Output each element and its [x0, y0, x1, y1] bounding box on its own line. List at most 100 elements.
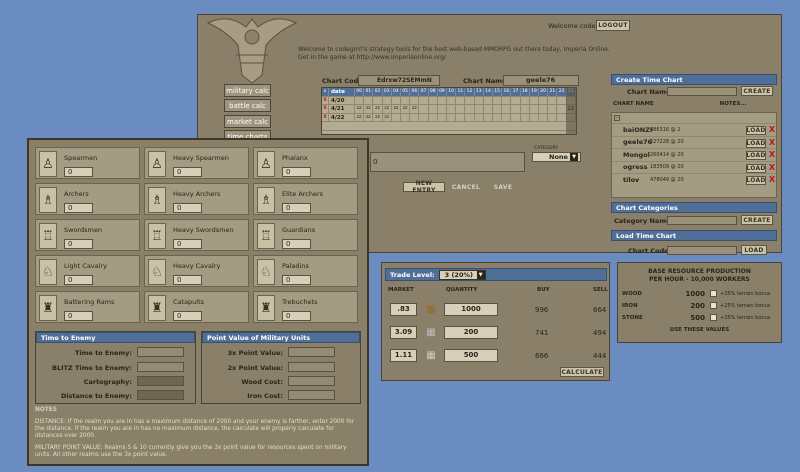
create-chart-button[interactable]: CREATE	[741, 86, 773, 96]
grid-cell[interactable]	[511, 96, 521, 104]
cartography-input[interactable]	[137, 376, 184, 386]
market-rate-input[interactable]: 1.11	[390, 349, 417, 362]
cancel-button[interactable]: CANCEL	[451, 182, 481, 192]
unit-count-input[interactable]: 0	[282, 239, 311, 249]
delete-chart-icon[interactable]: X	[769, 150, 775, 159]
terrain-bonus-checkbox[interactable]	[710, 302, 717, 309]
market-rate-input[interactable]: .83	[390, 303, 417, 316]
grid-cell[interactable]	[392, 96, 402, 104]
grid-cell[interactable]: zz	[355, 113, 365, 121]
grid-cell[interactable]: zz	[392, 105, 402, 113]
grid-cell[interactable]	[484, 105, 494, 113]
grid-cell[interactable]	[530, 96, 540, 104]
entry-notes-field[interactable]: 0	[370, 152, 525, 172]
terrain-bonus-checkbox[interactable]	[710, 290, 717, 297]
logout-button[interactable]: LOGOUT	[596, 20, 630, 31]
grid-cell[interactable]	[484, 96, 494, 104]
grid-cell[interactable]	[521, 113, 530, 121]
grid-cell[interactable]	[429, 113, 438, 121]
unit-count-input[interactable]: 0	[64, 275, 93, 285]
grid-cell[interactable]	[465, 113, 475, 121]
unit-count-input[interactable]: 0	[282, 167, 311, 177]
grid-cell[interactable]	[465, 96, 475, 104]
grid-cell[interactable]	[493, 113, 503, 121]
category-select[interactable]: None ▼	[532, 152, 581, 162]
grid-cell[interactable]	[364, 96, 374, 104]
grid-cell[interactable]	[429, 96, 438, 104]
remove-row-icon[interactable]: X	[322, 113, 329, 121]
grid-cell[interactable]	[447, 113, 457, 121]
grid-cell[interactable]	[383, 96, 392, 104]
grid-cell[interactable]	[521, 105, 530, 113]
unit-count-input[interactable]: 0	[173, 203, 202, 213]
grid-cell[interactable]	[548, 96, 558, 104]
category-name-field[interactable]	[667, 216, 737, 225]
grid-cell[interactable]	[475, 105, 484, 113]
grid-cell[interactable]	[410, 96, 420, 104]
grid-cell[interactable]	[447, 96, 457, 104]
unit-count-input[interactable]: 0	[64, 203, 93, 213]
remove-row-icon[interactable]: X	[322, 105, 329, 113]
load-chart-item-button[interactable]: LOAD	[746, 176, 766, 185]
grid-cell[interactable]	[502, 96, 512, 104]
create-category-button[interactable]: CREATE	[741, 215, 773, 225]
unit-count-input[interactable]: 0	[64, 239, 93, 249]
chart-name[interactable]: Mongol	[612, 151, 650, 159]
grid-cell[interactable]	[530, 113, 540, 121]
chart-list-collapse[interactable]: -	[614, 115, 620, 121]
delete-chart-icon[interactable]: X	[769, 125, 775, 134]
quantity-input[interactable]: 1000	[444, 303, 498, 316]
grid-cell[interactable]	[392, 113, 402, 121]
distance-input[interactable]	[137, 390, 184, 400]
terrain-bonus-checkbox[interactable]	[710, 314, 717, 321]
grid-cell[interactable]: zz	[383, 113, 392, 121]
delete-chart-icon[interactable]: X	[769, 138, 775, 147]
grid-cell[interactable]	[401, 96, 411, 104]
grid-cell[interactable]	[511, 113, 521, 121]
unit-count-input[interactable]: 0	[173, 275, 202, 285]
save-button[interactable]: SAVE	[490, 182, 516, 192]
grid-cell[interactable]	[419, 105, 429, 113]
load-chart-button[interactable]: LOAD	[741, 245, 767, 255]
grid-cell[interactable]	[502, 113, 512, 121]
load-chart-item-button[interactable]: LOAD	[746, 126, 766, 135]
remove-row-icon[interactable]: X	[322, 96, 329, 104]
grid-cell[interactable]	[456, 96, 466, 104]
grid-cell[interactable]: zz	[373, 113, 383, 121]
nav-military-calc[interactable]: military calc	[224, 84, 271, 97]
unit-count-input[interactable]: 0	[64, 167, 93, 177]
grid-cell[interactable]	[511, 105, 521, 113]
nav-market-calc[interactable]: market calc	[224, 115, 271, 128]
grid-cell[interactable]: zz	[410, 105, 420, 113]
unit-count-input[interactable]: 0	[282, 311, 311, 321]
load-chart-item-button[interactable]: LOAD	[746, 138, 766, 148]
grid-cell[interactable]	[493, 96, 503, 104]
quantity-input[interactable]: 200	[444, 326, 498, 339]
use-values-link[interactable]: USE THESE VALUES	[618, 327, 781, 333]
unit-count-input[interactable]: 0	[64, 311, 93, 321]
grid-cell[interactable]	[539, 96, 549, 104]
grid-cell[interactable]	[456, 113, 466, 121]
chart-name[interactable]: baiONZI	[612, 126, 652, 134]
load-chart-code-field[interactable]	[667, 246, 737, 255]
grid-cell[interactable]: zz	[355, 105, 365, 113]
grid-cell[interactable]	[502, 105, 512, 113]
grid-cell[interactable]	[438, 96, 448, 104]
grid-cell[interactable]	[438, 113, 448, 121]
grid-cell[interactable]	[484, 113, 494, 121]
grid-cell[interactable]	[438, 105, 448, 113]
grid-cell[interactable]: zz	[373, 105, 383, 113]
trade-level-select[interactable]: 3 (20%) ▼	[438, 269, 486, 280]
grid-cell[interactable]	[419, 96, 429, 104]
grid-cell[interactable]	[493, 105, 503, 113]
load-chart-item-button[interactable]: LOAD	[746, 163, 766, 173]
load-chart-item-button[interactable]: LOAD	[746, 151, 766, 160]
chart-name[interactable]: geele76	[612, 138, 652, 146]
grid-cell[interactable]	[465, 105, 475, 113]
grid-cell[interactable]	[521, 96, 530, 104]
grid-cell[interactable]	[475, 113, 484, 121]
quantity-input[interactable]: 500	[444, 349, 498, 362]
grid-cell[interactable]	[429, 105, 438, 113]
resource-production-input[interactable]: 200	[677, 302, 705, 310]
grid-cell[interactable]	[373, 96, 383, 104]
